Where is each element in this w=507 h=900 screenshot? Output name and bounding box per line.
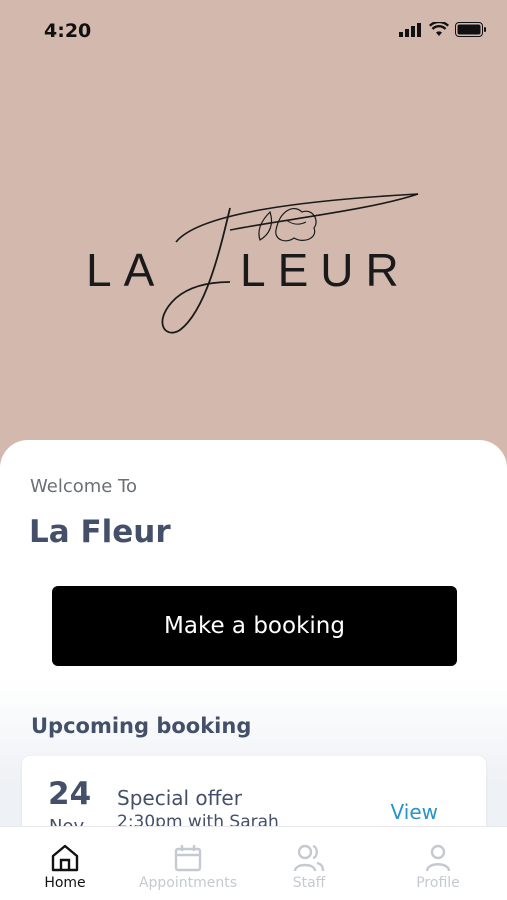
staff-icon <box>293 844 325 872</box>
tab-profile[interactable]: Profile <box>398 827 478 900</box>
tab-home[interactable]: Home <box>20 827 110 900</box>
view-booking-link[interactable]: View <box>391 800 438 824</box>
la-fleur-logo: LA LEUR <box>86 193 419 334</box>
tab-staff[interactable]: Staff <box>270 827 348 900</box>
booking-day: 24 <box>48 776 92 812</box>
status-time: 4:20 <box>44 20 92 42</box>
tab-appointments-label: Appointments <box>138 875 238 891</box>
booking-title: Special offer <box>117 786 242 810</box>
upcoming-heading: Upcoming booking <box>31 714 252 738</box>
calendar-icon <box>174 845 202 872</box>
signal-icon <box>399 22 421 37</box>
svg-text:LEUR: LEUR <box>240 244 411 296</box>
tab-staff-label: Staff <box>292 875 326 891</box>
tab-appointments[interactable]: Appointments <box>133 827 243 900</box>
svg-text:LA: LA <box>86 244 166 296</box>
tab-home-label: Home <box>44 875 86 891</box>
status-icons <box>399 22 487 37</box>
wifi-icon <box>429 22 449 36</box>
welcome-subtitle: Welcome To <box>30 476 138 497</box>
profile-icon <box>425 844 451 872</box>
make-booking-button[interactable]: Make a booking <box>52 586 457 666</box>
salon-title: La Fleur <box>29 514 171 550</box>
battery-icon <box>455 22 486 37</box>
home-icon <box>51 844 79 872</box>
bottom-tab-bar: Home Appointments Staff Profile <box>0 826 507 900</box>
tab-profile-label: Profile <box>416 875 460 891</box>
status-bar: 4:20 <box>0 0 507 60</box>
hero-banner: LA LEUR <box>0 60 507 440</box>
